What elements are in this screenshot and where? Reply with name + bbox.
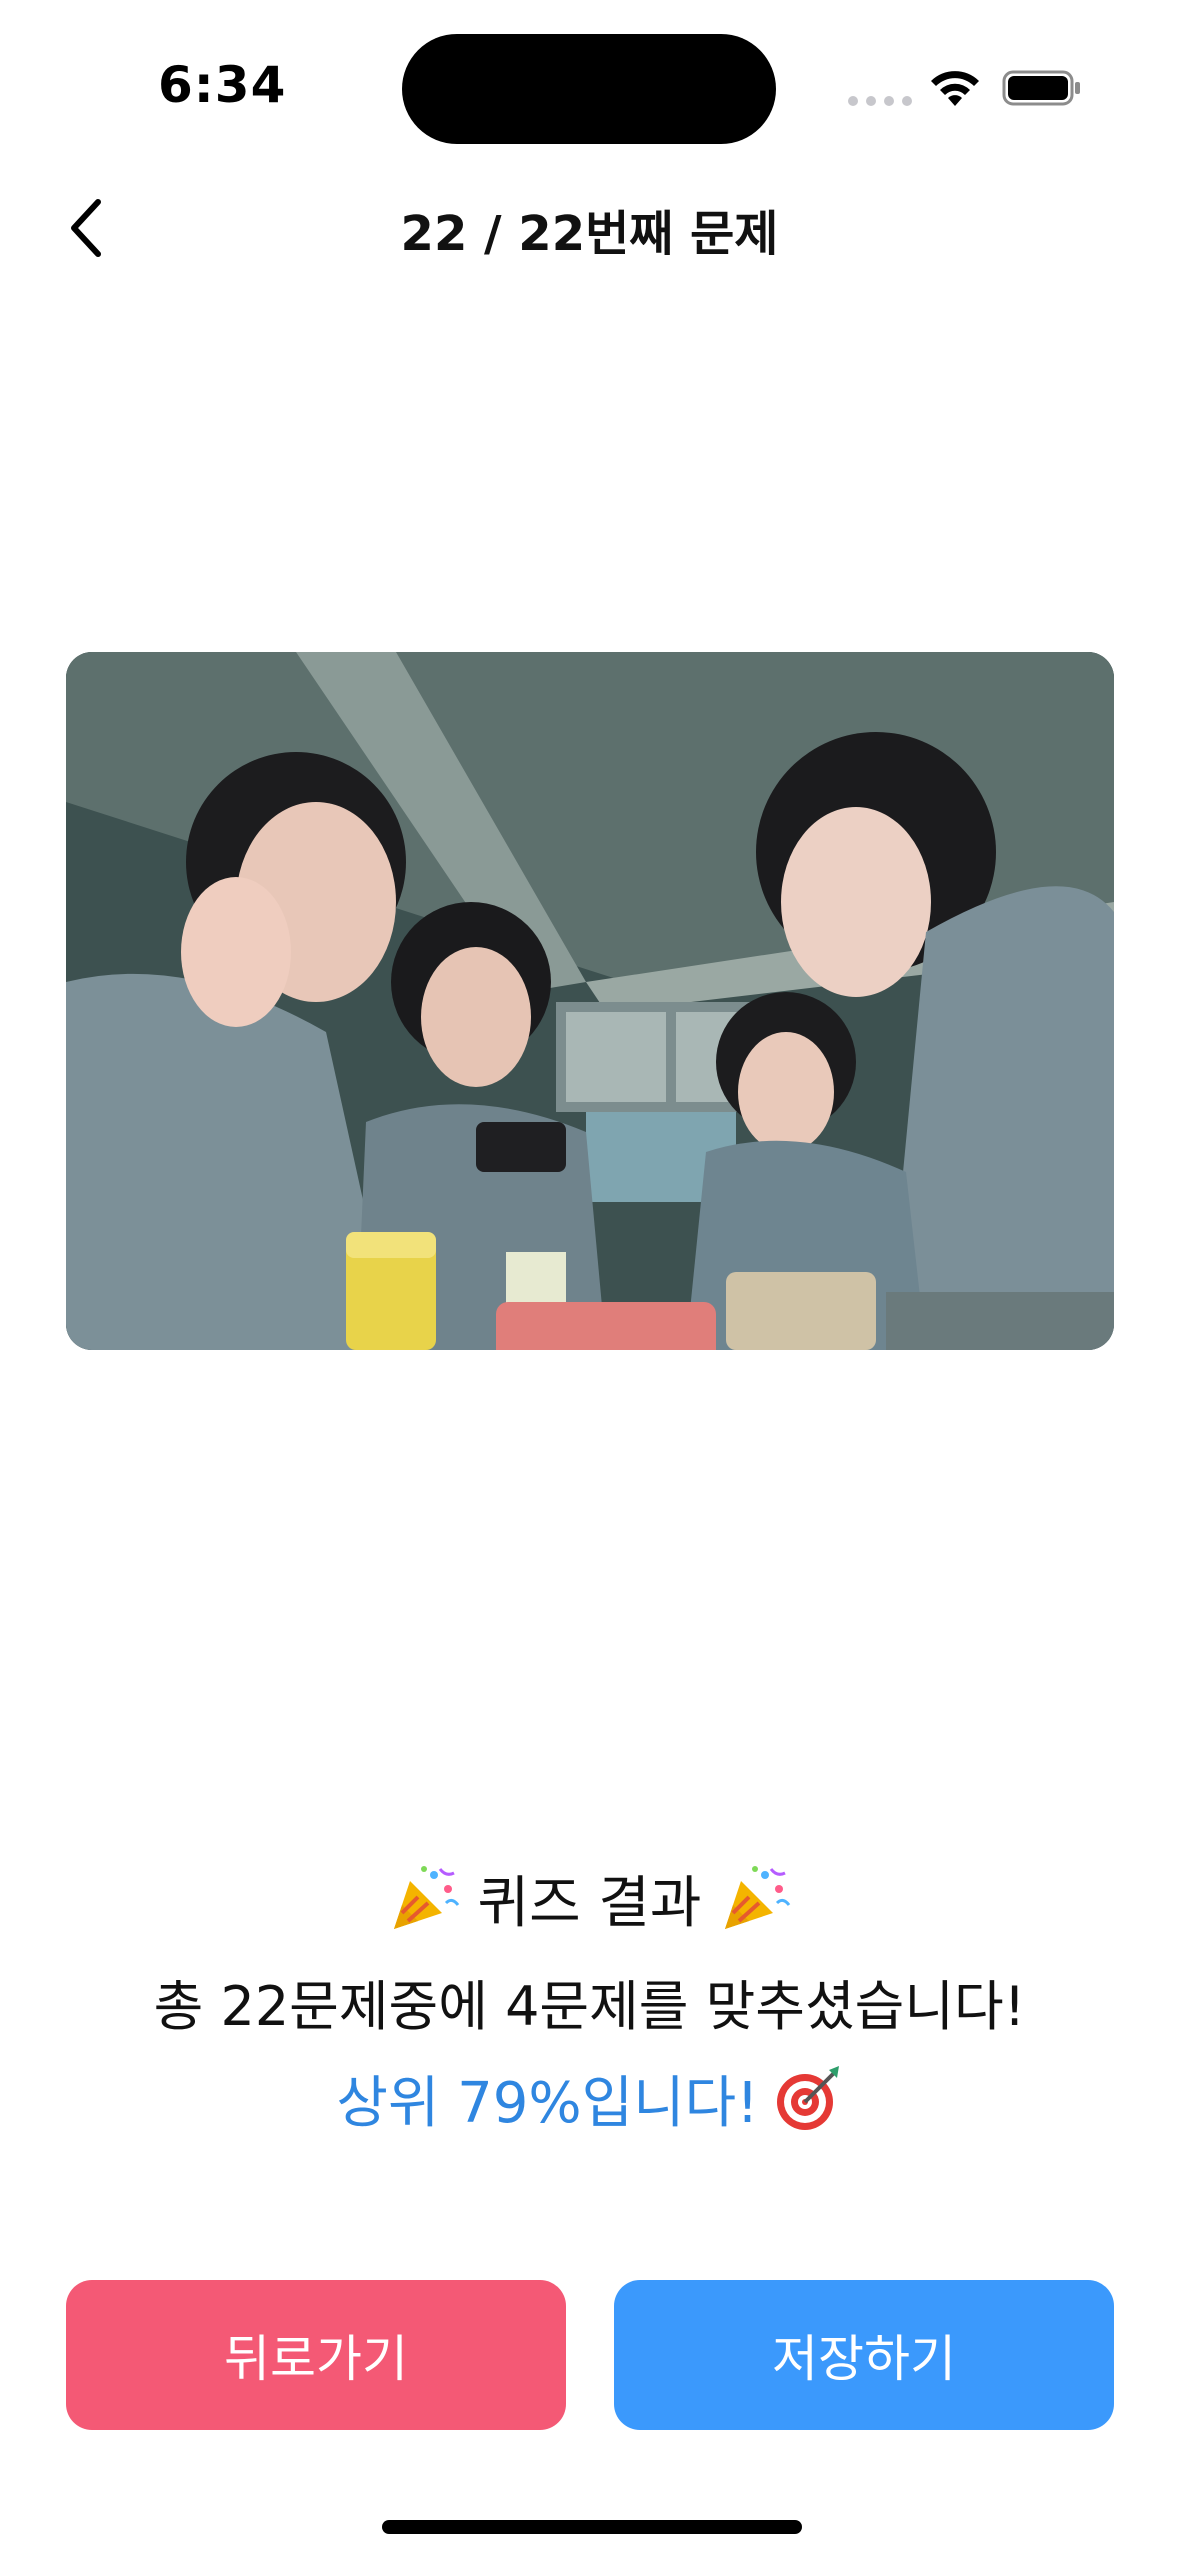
result-rank-text: 상위 79%입니다! — [336, 2071, 759, 2136]
wifi-icon — [931, 71, 979, 106]
cellular-signal-icon — [848, 96, 912, 106]
result-summary: 총 22문제중에 4문제를 맞추셨습니다! — [153, 1975, 1026, 2038]
result-title: 퀴즈 결과 — [0, 1858, 1179, 1939]
home-indicator[interactable] — [382, 2520, 802, 2534]
dart-target-icon — [776, 2065, 839, 2130]
party-popper-icon — [725, 1865, 791, 1929]
status-time: 6:34 — [158, 56, 287, 114]
result-rank: 상위 79%입니다! — [0, 2058, 1179, 2139]
save-button[interactable]: 저장하기 — [614, 2280, 1114, 2430]
save-button-label: 저장하기 — [772, 2330, 956, 2388]
party-popper-icon — [393, 1865, 459, 1929]
page-title: 22 / 22번째 문제 — [400, 206, 779, 262]
back-button-label: 뒤로가기 — [224, 2330, 408, 2388]
result-title-text: 퀴즈 결과 — [477, 1871, 702, 1936]
quiz-photo — [66, 652, 1114, 1350]
dynamic-island — [402, 34, 776, 144]
battery-icon — [1002, 70, 1080, 106]
back-button[interactable]: 뒤로가기 — [66, 2280, 566, 2430]
